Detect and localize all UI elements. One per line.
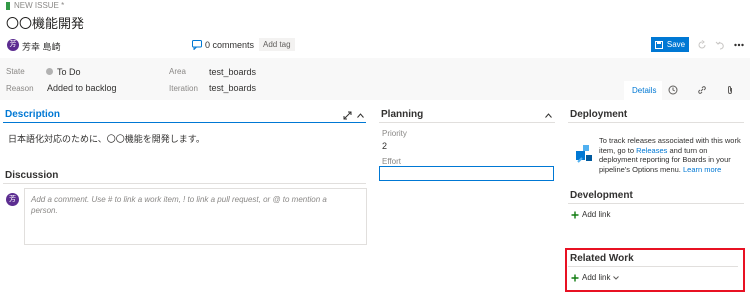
add-icon	[571, 274, 579, 281]
save-icon	[654, 40, 663, 49]
discussion-title: Discussion	[5, 170, 59, 181]
state-label: State	[6, 67, 25, 76]
collapse-description-icon[interactable]	[357, 113, 364, 118]
collapse-planning-icon[interactable]	[545, 113, 552, 118]
area-label: Area	[169, 67, 186, 76]
development-add-link[interactable]: Add link	[571, 210, 610, 219]
comments-icon[interactable]	[192, 40, 202, 50]
priority-label: Priority	[382, 129, 407, 138]
add-icon	[571, 211, 579, 218]
description-text[interactable]: 日本語化対応のために、〇〇機能を開発します。	[8, 132, 205, 145]
work-item-badge: NEW ISSUE *	[14, 1, 65, 10]
iteration-value[interactable]: test_boards	[209, 83, 256, 93]
development-title: Development	[570, 190, 633, 201]
work-item-type-icon	[6, 2, 10, 10]
related-work-title: Related Work	[570, 253, 634, 264]
reason-label: Reason	[6, 84, 34, 93]
deployment-title: Deployment	[570, 109, 628, 120]
priority-value[interactable]: 2	[382, 141, 387, 151]
tab-links-icon[interactable]	[697, 85, 707, 95]
refresh-icon[interactable]	[697, 40, 707, 50]
work-item-title[interactable]: 〇〇機能開発	[6, 13, 84, 32]
area-value[interactable]: test_boards	[209, 67, 256, 77]
state-dot	[46, 68, 53, 75]
undo-icon[interactable]	[715, 40, 725, 50]
state-value[interactable]: To Do	[57, 67, 81, 77]
deployment-icon	[574, 143, 594, 165]
description-underline	[3, 122, 366, 123]
releases-link[interactable]: Releases	[636, 146, 667, 155]
effort-label: Effort	[382, 157, 401, 166]
reason-value[interactable]: Added to backlog	[47, 83, 117, 93]
tab-history-icon[interactable]	[668, 85, 678, 95]
save-button[interactable]: Save	[651, 37, 689, 52]
expand-icon[interactable]	[343, 111, 352, 120]
comment-placeholder: Add a comment. Use # to link a work item…	[31, 195, 327, 215]
assignee-name[interactable]: 芳幸 島崎	[22, 40, 61, 53]
tab-attachments-icon[interactable]	[726, 85, 734, 95]
discussion-underline	[3, 183, 366, 184]
related-work-add-link[interactable]: Add link	[571, 273, 620, 282]
related-work-underline	[568, 266, 738, 267]
comment-input[interactable]: Add a comment. Use # to link a work item…	[24, 188, 367, 245]
learn-more-link[interactable]: Learn more	[683, 165, 721, 174]
add-tag-button[interactable]: Add tag	[259, 38, 295, 51]
planning-title: Planning	[381, 109, 424, 120]
effort-input[interactable]	[379, 166, 554, 181]
avatar: 芳	[7, 39, 19, 51]
tab-details[interactable]: Details	[624, 81, 662, 100]
iteration-label: Iteration	[169, 84, 198, 93]
deployment-text: To track releases associated with this w…	[599, 136, 741, 174]
comments-count[interactable]: 0 comments	[205, 40, 254, 50]
more-actions-icon[interactable]	[734, 43, 744, 47]
development-underline	[568, 203, 744, 204]
discussion-avatar: 芳	[6, 193, 19, 206]
deployment-underline	[568, 122, 744, 123]
description-title: Description	[5, 109, 61, 120]
planning-underline	[379, 122, 555, 123]
chevron-down-icon	[613, 275, 620, 280]
